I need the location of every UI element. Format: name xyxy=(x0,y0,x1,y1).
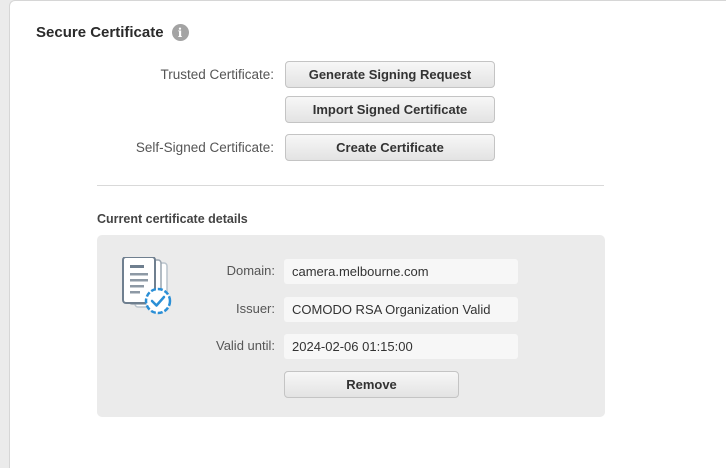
issuer-value: COMODO RSA Organization Valid xyxy=(284,297,518,322)
valid-until-value: 2024-02-06 01:15:00 xyxy=(284,334,518,359)
create-certificate-button[interactable]: Create Certificate xyxy=(285,134,495,161)
current-certificate-details-heading: Current certificate details xyxy=(97,212,248,226)
domain-label: Domain: xyxy=(226,263,275,278)
info-icon[interactable]: i xyxy=(171,24,189,41)
domain-value: camera.melbourne.com xyxy=(284,259,518,284)
section-title-text: Secure Certificate xyxy=(36,24,164,41)
certificate-details-box: Domain: camera.melbourne.com Issuer: COM… xyxy=(97,235,605,417)
secure-certificate-panel: Secure Certificate i Trusted Certificate… xyxy=(9,0,726,468)
remove-button[interactable]: Remove xyxy=(284,371,459,398)
generate-signing-request-button[interactable]: Generate Signing Request xyxy=(285,61,495,88)
section-title: Secure Certificate i xyxy=(36,24,189,41)
valid-until-label: Valid until: xyxy=(215,338,275,353)
section-divider xyxy=(97,185,604,186)
issuer-label: Issuer: xyxy=(235,301,275,316)
trusted-certificate-label: Trusted Certificate: xyxy=(160,67,274,82)
import-signed-certificate-button[interactable]: Import Signed Certificate xyxy=(285,96,495,123)
self-signed-certificate-label: Self-Signed Certificate: xyxy=(135,140,274,155)
